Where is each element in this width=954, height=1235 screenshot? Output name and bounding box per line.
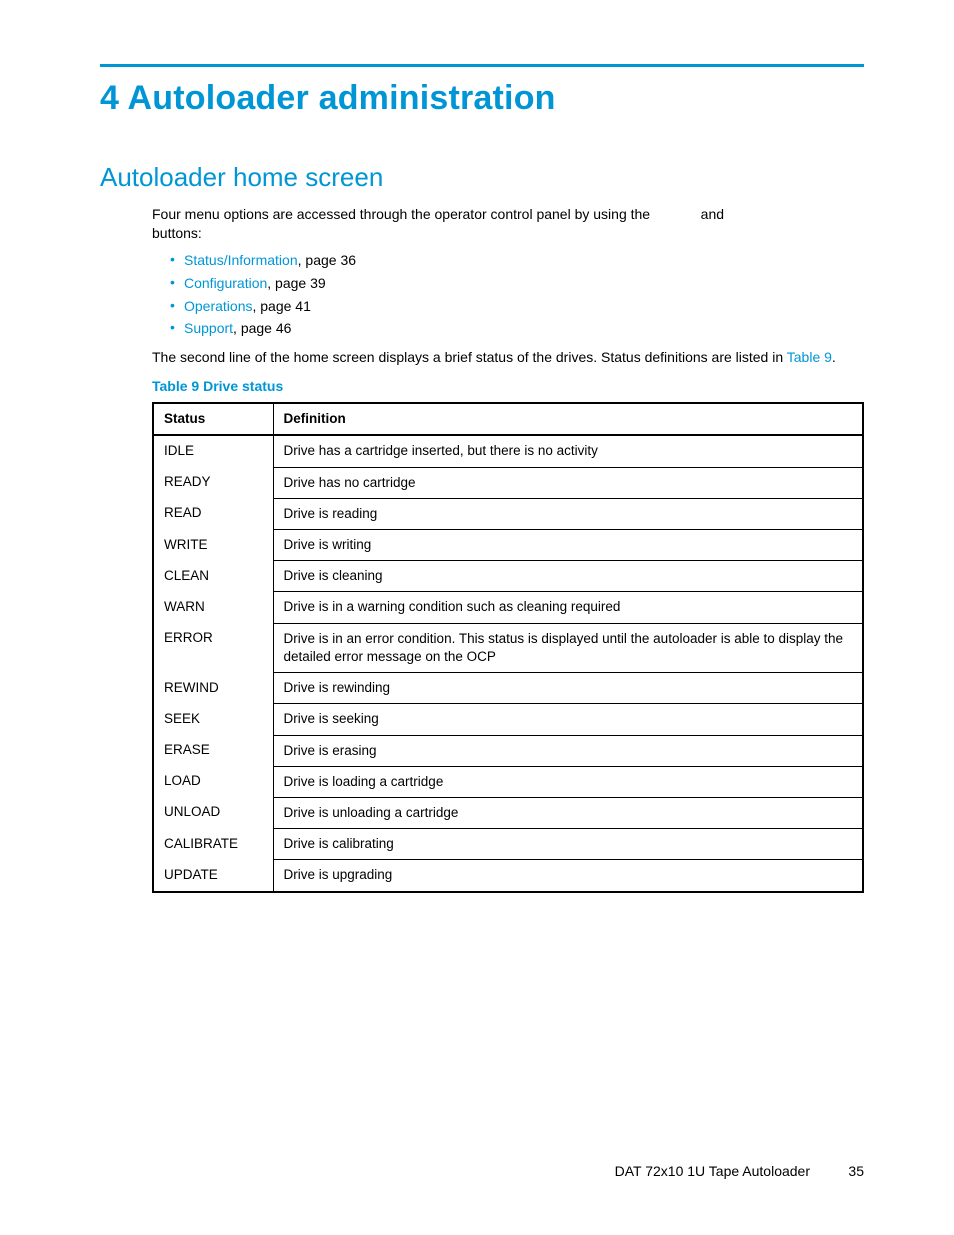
second-paragraph: The second line of the home screen displ… — [152, 348, 864, 367]
menu-link-suffix: , page 36 — [298, 252, 356, 268]
list-item: Configuration, page 39 — [170, 274, 864, 293]
intro-middle: and — [701, 206, 724, 222]
menu-link-list: Status/Information, page 36 Configuratio… — [170, 251, 864, 339]
second-para-prefix: The second line of the home screen displ… — [152, 349, 787, 365]
list-item: Status/Information, page 36 — [170, 251, 864, 270]
table-row: UPDATEDrive is upgrading — [153, 860, 863, 892]
definition-cell: Drive is loading a cartridge — [273, 766, 863, 797]
status-cell: CALIBRATE — [153, 829, 273, 860]
status-cell: CLEAN — [153, 561, 273, 592]
menu-link[interactable]: Support — [184, 320, 233, 336]
intro-prefix: Four menu options are accessed through t… — [152, 206, 650, 222]
status-cell: REWIND — [153, 673, 273, 704]
status-cell: WRITE — [153, 530, 273, 561]
definition-cell: Drive is cleaning — [273, 561, 863, 592]
definition-cell: Drive is seeking — [273, 704, 863, 735]
menu-link-suffix: , page 46 — [233, 320, 291, 336]
definition-cell: Drive is reading — [273, 498, 863, 529]
drive-status-table: Status Definition IDLEDrive has a cartri… — [152, 402, 864, 893]
table-ref-link[interactable]: Table 9 — [787, 349, 832, 365]
table-caption: Table 9 Drive status — [152, 377, 864, 396]
second-para-suffix: . — [832, 349, 836, 365]
menu-link[interactable]: Operations — [184, 298, 252, 314]
definition-cell: Drive is in a warning condition such as … — [273, 592, 863, 623]
definition-cell: Drive is erasing — [273, 735, 863, 766]
status-cell: WARN — [153, 592, 273, 623]
intro-suffix: buttons: — [152, 225, 202, 241]
table-row: CALIBRATEDrive is calibrating — [153, 829, 863, 860]
table-row: SEEKDrive is seeking — [153, 704, 863, 735]
table-row: REWINDDrive is rewinding — [153, 673, 863, 704]
table-header-definition: Definition — [273, 403, 863, 435]
list-item: Support, page 46 — [170, 319, 864, 338]
intro-paragraph: Four menu options are accessed through t… — [152, 205, 864, 243]
table-row: READDrive is reading — [153, 498, 863, 529]
status-cell: READY — [153, 467, 273, 498]
definition-cell: Drive is upgrading — [273, 860, 863, 892]
definition-cell: Drive is in an error condition. This sta… — [273, 623, 863, 672]
status-cell: IDLE — [153, 435, 273, 467]
table-row: UNLOADDrive is unloading a cartridge — [153, 797, 863, 828]
table-row: LOADDrive is loading a cartridge — [153, 766, 863, 797]
status-cell: READ — [153, 498, 273, 529]
table-row: READYDrive has no cartridge — [153, 467, 863, 498]
definition-cell: Drive has a cartridge inserted, but ther… — [273, 435, 863, 467]
definition-cell: Drive is calibrating — [273, 829, 863, 860]
definition-cell: Drive is writing — [273, 530, 863, 561]
table-row: ERRORDrive is in an error condition. Thi… — [153, 623, 863, 672]
menu-link-suffix: , page 39 — [267, 275, 325, 291]
table-row: IDLEDrive has a cartridge inserted, but … — [153, 435, 863, 467]
menu-link[interactable]: Status/Information — [184, 252, 298, 268]
menu-link-suffix: , page 41 — [252, 298, 310, 314]
definition-cell: Drive has no cartridge — [273, 467, 863, 498]
status-cell: LOAD — [153, 766, 273, 797]
menu-link[interactable]: Configuration — [184, 275, 267, 291]
section-title: Autoloader home screen — [100, 162, 864, 193]
definition-cell: Drive is unloading a cartridge — [273, 797, 863, 828]
status-cell: ERROR — [153, 623, 273, 672]
table-body: IDLEDrive has a cartridge inserted, but … — [153, 435, 863, 891]
status-cell: UNLOAD — [153, 797, 273, 828]
footer-page-number: 35 — [840, 1163, 864, 1179]
footer-doc-title: DAT 72x10 1U Tape Autoloader — [615, 1163, 810, 1179]
chapter-title: 4 Autoloader administration — [100, 79, 864, 118]
page-footer: DAT 72x10 1U Tape Autoloader 35 — [100, 1163, 864, 1179]
top-rule — [100, 64, 864, 67]
table-row: CLEANDrive is cleaning — [153, 561, 863, 592]
definition-cell: Drive is rewinding — [273, 673, 863, 704]
list-item: Operations, page 41 — [170, 297, 864, 316]
table-row: WARNDrive is in a warning condition such… — [153, 592, 863, 623]
status-cell: SEEK — [153, 704, 273, 735]
table-row: ERASEDrive is erasing — [153, 735, 863, 766]
status-cell: UPDATE — [153, 860, 273, 892]
table-header-status: Status — [153, 403, 273, 435]
status-cell: ERASE — [153, 735, 273, 766]
body: Four menu options are accessed through t… — [152, 205, 864, 893]
table-row: WRITEDrive is writing — [153, 530, 863, 561]
